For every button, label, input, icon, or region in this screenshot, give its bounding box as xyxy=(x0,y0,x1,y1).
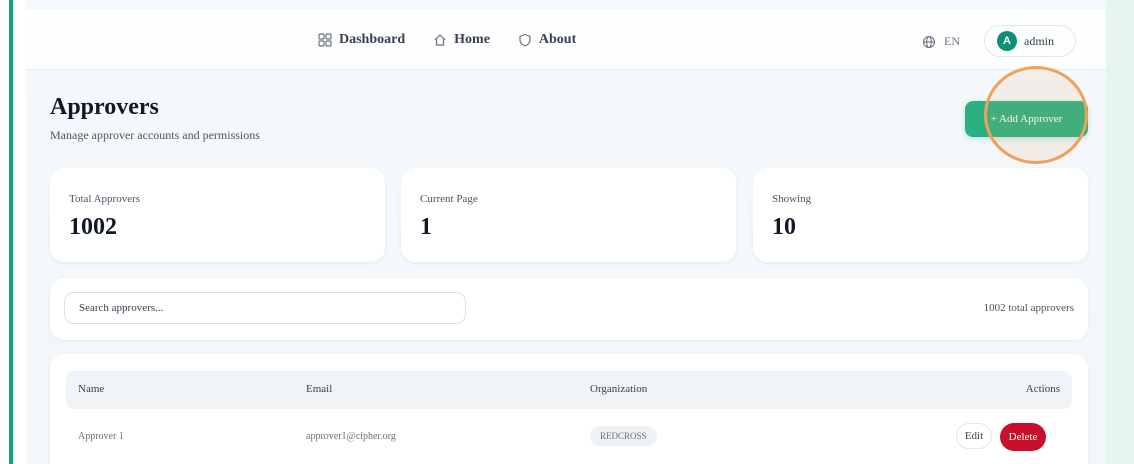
nav-dashboard[interactable]: Dashboard xyxy=(318,32,405,48)
table-row: Approver 1 approver1@cipher.org REDCROSS… xyxy=(66,416,1072,456)
column-header-email: Email xyxy=(306,383,333,395)
user-name: admin xyxy=(1024,33,1054,48)
app-window: Dashboard Home About EN A admin Approver… xyxy=(26,0,1106,464)
nav-about[interactable]: About xyxy=(518,32,576,48)
delete-button[interactable]: Delete xyxy=(1000,423,1046,451)
language-label: EN xyxy=(944,34,960,48)
main-nav: Dashboard Home About xyxy=(318,32,576,48)
home-icon xyxy=(433,33,447,47)
nav-home-label: Home xyxy=(454,32,490,47)
stat-value: 1 xyxy=(420,214,432,240)
avatar: A xyxy=(997,31,1017,51)
stat-card-current-page: Current Page 1 xyxy=(401,168,736,262)
row-email: approver1@cipher.org xyxy=(306,431,396,442)
stat-value: 10 xyxy=(772,214,796,240)
table-header: Name Email Organization Actions xyxy=(66,371,1072,409)
globe-icon xyxy=(922,35,936,49)
stat-card-showing: Showing 10 xyxy=(753,168,1088,262)
nav-home[interactable]: Home xyxy=(433,32,490,48)
search-input[interactable] xyxy=(64,292,466,324)
page-title: Approvers xyxy=(50,94,159,120)
top-navigation-bar: Dashboard Home About EN A admin xyxy=(26,10,1106,70)
stat-value: 1002 xyxy=(69,214,117,240)
stat-label: Showing xyxy=(772,193,812,205)
user-menu[interactable]: A admin xyxy=(984,25,1076,57)
nav-dashboard-label: Dashboard xyxy=(339,32,406,47)
nav-about-label: About xyxy=(538,32,577,47)
approvers-table: Name Email Organization Actions Approver… xyxy=(50,354,1088,464)
organization-badge: REDCROSS xyxy=(590,426,657,446)
left-accent-bar xyxy=(9,0,13,464)
shield-icon xyxy=(518,33,532,47)
column-header-actions: Actions xyxy=(1025,383,1060,395)
right-side-panel xyxy=(1106,0,1134,464)
add-approver-button[interactable]: + Add Approver xyxy=(965,101,1088,137)
grid-icon xyxy=(318,33,332,47)
total-approvers-count: 1002 total approvers xyxy=(983,302,1074,314)
edit-button[interactable]: Edit xyxy=(956,423,992,449)
column-header-name: Name xyxy=(78,383,105,395)
row-name: Approver 1 xyxy=(78,431,124,442)
column-header-organization: Organization xyxy=(590,383,648,395)
stat-label: Current Page xyxy=(420,193,478,205)
stat-card-total-approvers: Total Approvers 1002 xyxy=(50,168,385,262)
stat-label: Total Approvers xyxy=(69,193,141,205)
search-card: 1002 total approvers xyxy=(50,278,1088,340)
page-subtitle: Manage approver accounts and permissions xyxy=(50,128,260,142)
language-switcher[interactable]: EN xyxy=(922,34,960,49)
